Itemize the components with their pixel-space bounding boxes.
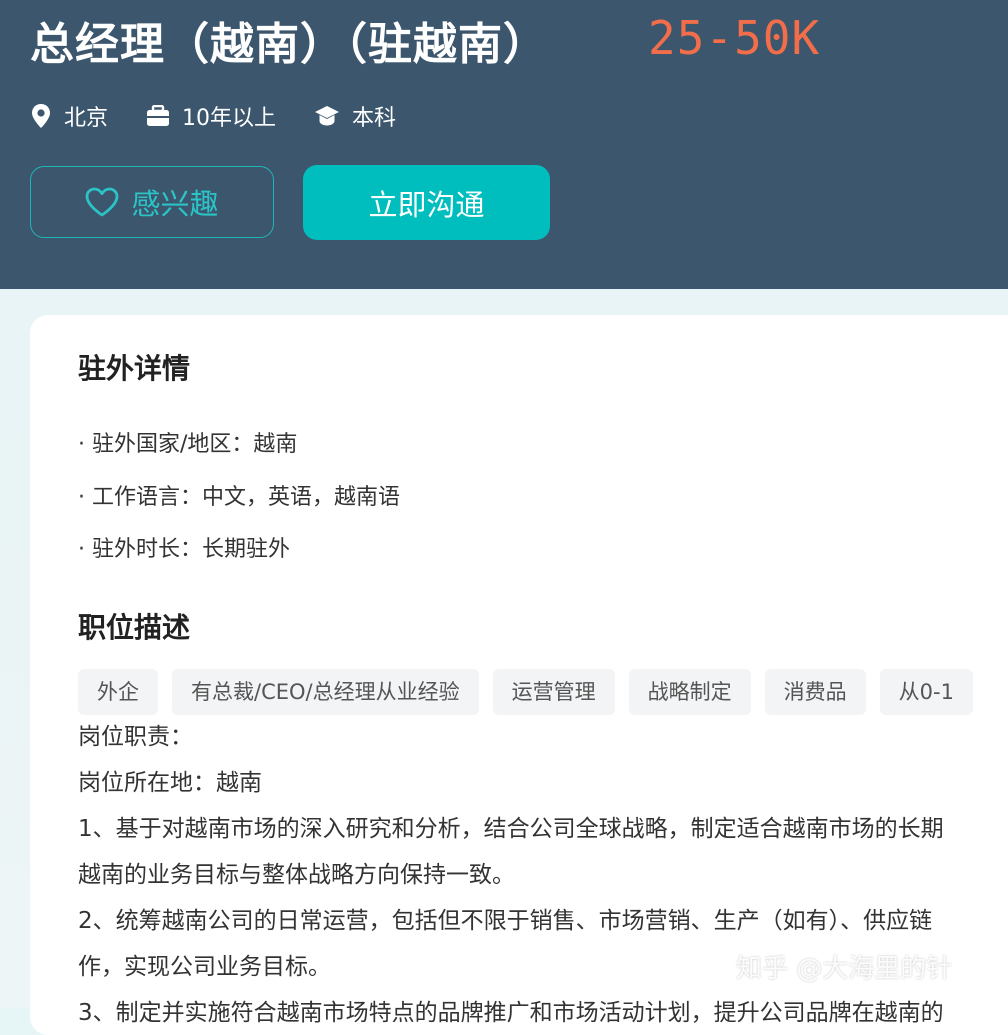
interest-button[interactable]: 感兴趣: [30, 166, 274, 238]
skill-tag[interactable]: 有总裁/CEO/总经理从业经验: [172, 669, 479, 715]
description-line: 2、统筹越南公司的日常运营，包括但不限于销售、市场营销、生产（如有）、供应链: [78, 908, 933, 934]
overseas-detail-line: · 工作语言：中文，英语，越南语: [78, 485, 400, 510]
meta-education: 本科: [314, 100, 396, 132]
description-section-title: 职位描述: [78, 611, 191, 644]
experience-text: 10年以上: [182, 106, 277, 131]
meta-experience: 10年以上: [146, 100, 276, 132]
skill-tag[interactable]: 从0-1: [879, 669, 973, 715]
skill-tag[interactable]: 外企: [78, 669, 158, 715]
location-text: 北京: [64, 106, 109, 131]
overseas-detail-line: · 驻外国家/地区：越南: [78, 432, 298, 457]
description-line: 3、制定并实施符合越南市场特点的品牌推广和市场活动计划，提升公司品牌在越南的: [78, 1000, 944, 1026]
skill-tag[interactable]: 运营管理: [492, 669, 615, 715]
chat-now-button[interactable]: 立即沟通: [303, 165, 550, 240]
description-line: 岗位职责：: [78, 724, 193, 750]
skill-tag[interactable]: 战略制定: [628, 669, 751, 715]
job-meta-row: 北京 10年以上 本科: [30, 96, 434, 136]
skill-tag-list: 外企 有总裁/CEO/总经理从业经验 运营管理 战略制定 消费品 从0-1: [78, 669, 987, 715]
watermark: 知乎 @大海里的针: [736, 954, 953, 984]
heart-outline-icon: [86, 187, 119, 217]
description-line: 越南的业务目标与整体战略方向保持一致。: [78, 862, 515, 888]
overseas-section-title: 驻外详情: [78, 352, 191, 385]
overseas-detail-line: · 驻外时长：长期驻外: [78, 537, 290, 562]
salary-range: 25-50K: [648, 11, 821, 65]
graduation-cap-icon: [315, 106, 340, 126]
job-header: 总经理（越南）（驻越南） 25-50K 北京 10年以上 本科 感兴趣 立即沟通: [0, 0, 1008, 289]
skill-tag[interactable]: 消费品: [764, 669, 866, 715]
job-detail-card: 驻外详情 · 驻外国家/地区：越南 · 工作语言：中文，英语，越南语 · 驻外时…: [30, 315, 1008, 1035]
description-line: 作，实现公司业务目标。: [78, 954, 331, 980]
meta-location: 北京: [30, 100, 108, 132]
interest-button-label: 感兴趣: [131, 187, 219, 221]
briefcase-icon: [147, 105, 170, 126]
education-text: 本科: [352, 106, 397, 131]
chat-now-button-label: 立即沟通: [368, 187, 485, 222]
job-title: 总经理（越南）（驻越南）: [30, 19, 548, 70]
description-line: 岗位所在地：越南: [78, 770, 262, 796]
location-pin-icon: [32, 104, 50, 128]
description-line: 1、基于对越南市场的深入研究和分析，结合公司全球战略，制定适合越南市场的长期: [78, 816, 944, 842]
